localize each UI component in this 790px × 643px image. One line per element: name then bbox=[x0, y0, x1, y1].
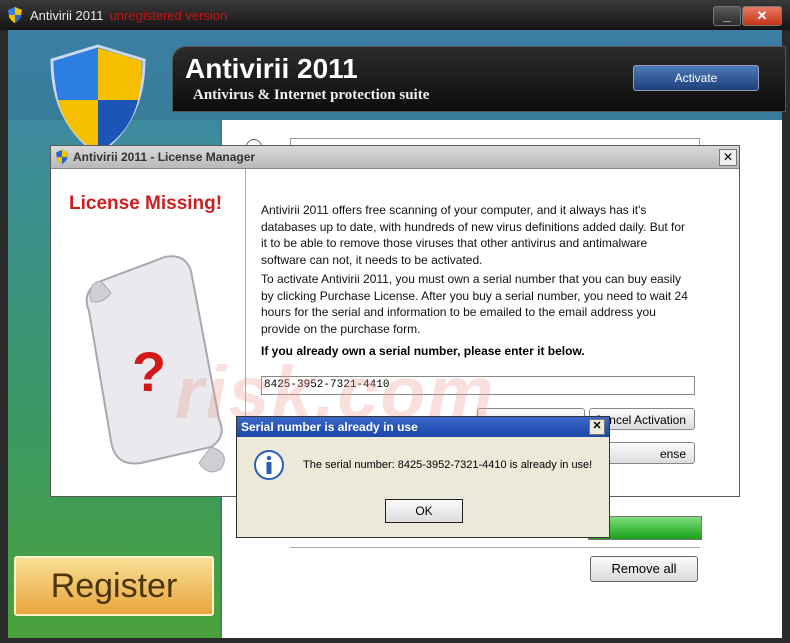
window-titlebar[interactable]: Antivirii 2011 unregistered version _ ✕ bbox=[0, 0, 790, 30]
window-title: Antivirii 2011 unregistered version bbox=[30, 8, 227, 23]
activate-button[interactable]: Activate bbox=[633, 65, 759, 91]
divider bbox=[290, 547, 700, 548]
minimize-button[interactable]: _ bbox=[713, 6, 741, 26]
info-icon bbox=[254, 450, 284, 480]
unregistered-label: unregistered version bbox=[109, 8, 228, 23]
register-button[interactable]: Register bbox=[14, 556, 214, 616]
shield-icon bbox=[56, 150, 68, 164]
remove-all-button[interactable]: Remove all bbox=[590, 556, 698, 582]
window-title-text: Antivirii 2011 bbox=[30, 8, 104, 23]
license-paragraph-2: To activate Antivirii 2011, you must own… bbox=[261, 272, 688, 336]
license-info-text: Antivirii 2011 offers free scanning of y… bbox=[261, 202, 691, 340]
license-manager-close-button[interactable]: ✕ bbox=[719, 149, 737, 166]
license-paragraph-1: Antivirii 2011 offers free scanning of y… bbox=[261, 203, 686, 267]
close-button[interactable]: ✕ bbox=[742, 6, 782, 26]
app-subtitle: Antivirus & Internet protection suite bbox=[193, 87, 430, 103]
license-missing-heading: License Missing! bbox=[69, 193, 223, 214]
header-banner: Antivirii 2011 Antivirus & Internet prot… bbox=[172, 46, 786, 112]
dialog-titlebar[interactable]: Serial number is already in use ✕ bbox=[237, 417, 609, 437]
svg-text:?: ? bbox=[132, 340, 166, 403]
ok-button[interactable]: OK bbox=[385, 499, 463, 523]
dialog-title: Serial number is already in use bbox=[241, 420, 418, 434]
license-manager-title: Antivirii 2011 - License Manager bbox=[73, 150, 256, 164]
license-manager-left-panel: License Missing! ? bbox=[51, 169, 246, 496]
shield-icon bbox=[8, 7, 22, 23]
app-title: Antivirii 2011 bbox=[185, 53, 358, 84]
shield-logo-icon bbox=[50, 44, 146, 156]
dialog-message: The serial number: 8425-3952-7321-4410 i… bbox=[303, 459, 593, 471]
license-manager-titlebar[interactable]: Antivirii 2011 - License Manager ✕ bbox=[51, 146, 739, 169]
dialog-close-button[interactable]: ✕ bbox=[589, 419, 605, 435]
serial-in-use-dialog: Serial number is already in use ✕ The se… bbox=[236, 416, 610, 538]
app-window: Antivirii 2011 unregistered version _ ✕ A… bbox=[0, 0, 790, 643]
